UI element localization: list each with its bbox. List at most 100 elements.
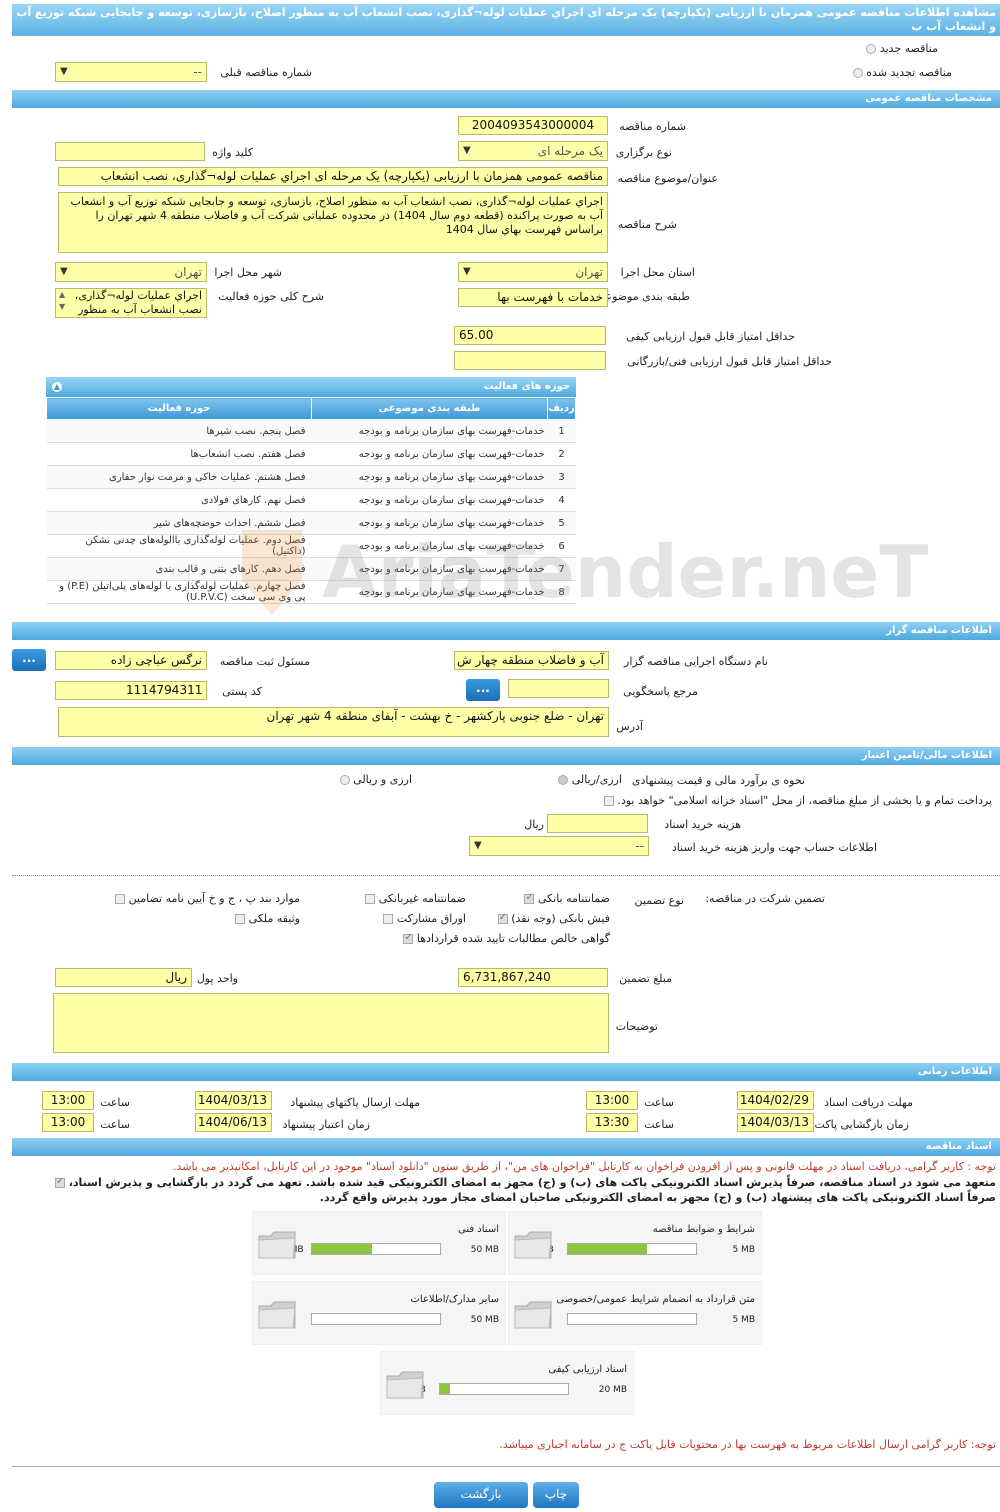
divider	[12, 1466, 1000, 1467]
doc-item[interactable]: شرایط و ضوابط مناقصه5 MB3.08 MB	[508, 1211, 762, 1275]
min-quality-label: حداقل امتیاز قابل قبول ارزیابی کیفی	[626, 330, 795, 343]
clauses-option[interactable]: موارد بند پ ، ج و خ آیین نامه تضامین	[115, 892, 300, 905]
doc-item[interactable]: سایر مدارک/اطلاعات50 MB0 MB	[252, 1281, 506, 1345]
scope-label: شرح کلی حوزه فعالیت	[218, 290, 324, 303]
province-select[interactable]: تهران ▼	[458, 262, 608, 282]
new-tender-option[interactable]: مناقصه جدید	[866, 42, 938, 55]
cash-option[interactable]: فیش بانکی (وجه نقد)	[497, 912, 610, 925]
checkbox-icon	[365, 894, 376, 904]
doc-max-size: 5 MB	[732, 1315, 755, 1325]
folder-icon	[514, 1231, 552, 1259]
chevron-down-icon: ▼	[463, 145, 471, 156]
folder-icon	[386, 1371, 424, 1399]
open-date-field[interactable]: 1404/03/13	[737, 1113, 814, 1132]
print-button[interactable]: چاپ	[533, 1482, 579, 1508]
city-value: تهران	[174, 265, 202, 279]
valid-time-field[interactable]: 13:00	[42, 1113, 94, 1132]
nonbank-guarantee-option[interactable]: ضمانتنامه غیربانکی	[365, 892, 466, 905]
currency-field[interactable]: ریال	[55, 968, 192, 987]
open-time-field[interactable]: 13:30	[586, 1113, 638, 1132]
row-category-cell: خدمات-فهرست بهای سازمان برنامه و بودجه	[311, 488, 548, 512]
renewed-tender-option[interactable]: مناقصه تجدید شده	[852, 66, 952, 79]
address-label: آدرس	[616, 720, 643, 733]
treasury-label: پرداخت تمام و یا بخشی از مبلغ مناقصه، از…	[617, 794, 992, 807]
doc-cost-field[interactable]	[547, 814, 648, 833]
estimate-option-2[interactable]: ارزی و ریالی	[339, 773, 412, 786]
notes-field[interactable]	[53, 993, 609, 1053]
doc-item[interactable]: اسناد ارزیابی کیفی20 MB1.63 MB	[380, 1351, 634, 1415]
postal-field[interactable]: 1114794311	[55, 681, 207, 700]
general-section-header: مشخصات مناقصه عمومی	[12, 90, 1000, 108]
account-select[interactable]: -- ▼	[469, 836, 649, 856]
registrar-field[interactable]: نرگس عباچی زاده	[55, 651, 207, 670]
scope-field[interactable]: اجراي عمليات لوله¬گذاری، نصب انشعاب آب ب…	[55, 288, 207, 318]
tender-type-select[interactable]: یک مرحله ای ▼	[458, 141, 608, 161]
tender-type-value: یک مرحله ای	[537, 144, 603, 158]
doc-name: اسناد ارزیابی کیفی	[548, 1364, 627, 1375]
checkbox-checked-icon	[54, 1176, 65, 1188]
tender-desc-field[interactable]: اجراي عمليات لوله¬گذاری، نصب انشعاب آب ب…	[58, 192, 608, 253]
cash-label: فیش بانکی (وجه نقد)	[511, 912, 610, 925]
ref-field[interactable]	[508, 679, 609, 698]
checkbox-checked-icon	[497, 912, 508, 924]
row-field-cell: فصل پنجم. نصب شيرها	[46, 419, 312, 443]
time-label: ساعت	[644, 1096, 674, 1109]
docs-note-1: توجه : کاربر گرامی، دریافت اسناد در مهلت…	[172, 1160, 996, 1173]
page-title-bar: مشاهده اطلاعات مناقصه عمومی همزمان با ار…	[12, 4, 1000, 36]
back-button[interactable]: بازگشت	[434, 1482, 528, 1508]
registrar-lookup-button[interactable]: ...	[12, 649, 46, 671]
collapse-icon[interactable]: ▲	[52, 382, 62, 392]
bonds-option[interactable]: اوراق مشارکت	[383, 912, 466, 925]
city-select[interactable]: تهران ▼	[55, 262, 207, 282]
participation-label: تضمین شرکت در مناقصه:	[705, 892, 825, 905]
docs-section-header: اسناد مناقصه	[12, 1138, 1000, 1156]
valid-date-field[interactable]: 1404/06/13	[195, 1113, 272, 1132]
receivables-option[interactable]: گواهی خالص مطالبات تایید شده قراردادها	[403, 932, 610, 945]
row-category-cell: خدمات-فهرست بهای سازمان برنامه و بودجه	[311, 465, 548, 489]
category-label: طبقه بندی موضوعی	[596, 290, 690, 303]
province-value: تهران	[575, 265, 603, 279]
guarantee-type-label: نوع تضمین	[634, 894, 684, 907]
doc-max-size: 50 MB	[470, 1245, 499, 1255]
device-field[interactable]: آب و فاضلاب منطقه چهار ش	[454, 651, 609, 670]
treasury-option[interactable]: پرداخت تمام و یا بخشی از مبلغ مناقصه، از…	[603, 794, 992, 807]
row-number-cell: 1	[547, 419, 576, 443]
category-field[interactable]: خدمات با فهرست بها	[458, 288, 608, 307]
ref-lookup-button[interactable]: ...	[466, 679, 500, 701]
row-category-cell: خدمات-فهرست بهای سازمان برنامه و بودجه	[311, 419, 548, 443]
currency-label: واحد پول	[196, 972, 238, 985]
send-date-field[interactable]: 1404/03/13	[195, 1091, 272, 1110]
table-row: 2 خدمات-فهرست بهای سازمان برنامه و بودجه ف…	[46, 442, 576, 466]
doc-max-size: 5 MB	[732, 1245, 755, 1255]
table-row: 3 خدمات-فهرست بهای سازمان برنامه و بودجه ف…	[46, 465, 576, 489]
previous-number-select[interactable]: -- ▼	[55, 62, 207, 82]
min-tech-field[interactable]	[454, 351, 606, 370]
chevron-down-icon: ▼	[474, 840, 482, 851]
tender-title-field[interactable]: مناقصه عمومی همزمان با ارزیابی (یکپارچه)…	[58, 167, 608, 186]
tender-desc-label: شرح مناقصه	[617, 218, 677, 231]
send-time-field[interactable]: 13:00	[42, 1091, 94, 1110]
doc-item[interactable]: متن قرارداد به انضمام شرایط عمومی/خصوصی 5…	[508, 1281, 762, 1345]
time-label: ساعت	[100, 1096, 130, 1109]
amount-field[interactable]: 6,731,867,240	[458, 968, 608, 987]
doc-receive-date-field[interactable]: 1404/02/29	[737, 1091, 814, 1110]
doc-progress-bar	[311, 1313, 441, 1325]
row-number-cell: 4	[547, 488, 576, 512]
keyword-field[interactable]	[55, 142, 205, 161]
scroll-arrows-icon[interactable]: ▲ ▼	[59, 289, 65, 313]
row-number-cell: 2	[547, 442, 576, 466]
min-quality-field[interactable]: 65.00	[454, 326, 606, 345]
checkbox-icon	[235, 914, 246, 924]
tender-number-field[interactable]: 2004093543000004	[458, 116, 608, 135]
doc-item[interactable]: اسناد فنی50 MB23.49 MB	[252, 1211, 506, 1275]
estimate-option-1[interactable]: ارزی/ریالی	[558, 773, 622, 786]
address-field[interactable]: تهران - ضلع جنوبی پارکشهر - خ بهشت - آبف…	[58, 707, 609, 737]
previous-number-label: شماره مناقصه قبلی	[220, 66, 312, 79]
tender-title-label: عنوان/موضوع مناقصه	[617, 172, 718, 185]
send-label: مهلت ارسال پاکتهای پیشنهاد	[290, 1096, 420, 1109]
bank-guarantee-option[interactable]: ضمانتنامه بانکی	[524, 892, 610, 905]
property-option[interactable]: وثیقه ملکی	[235, 912, 300, 925]
doc-max-size: 20 MB	[598, 1385, 627, 1395]
doc-receive-time-field[interactable]: 13:00	[586, 1091, 638, 1110]
docs-pledge-line-1: متعهد می شود در اسناد مناقصه، صرفاً پذیر…	[68, 1176, 996, 1189]
